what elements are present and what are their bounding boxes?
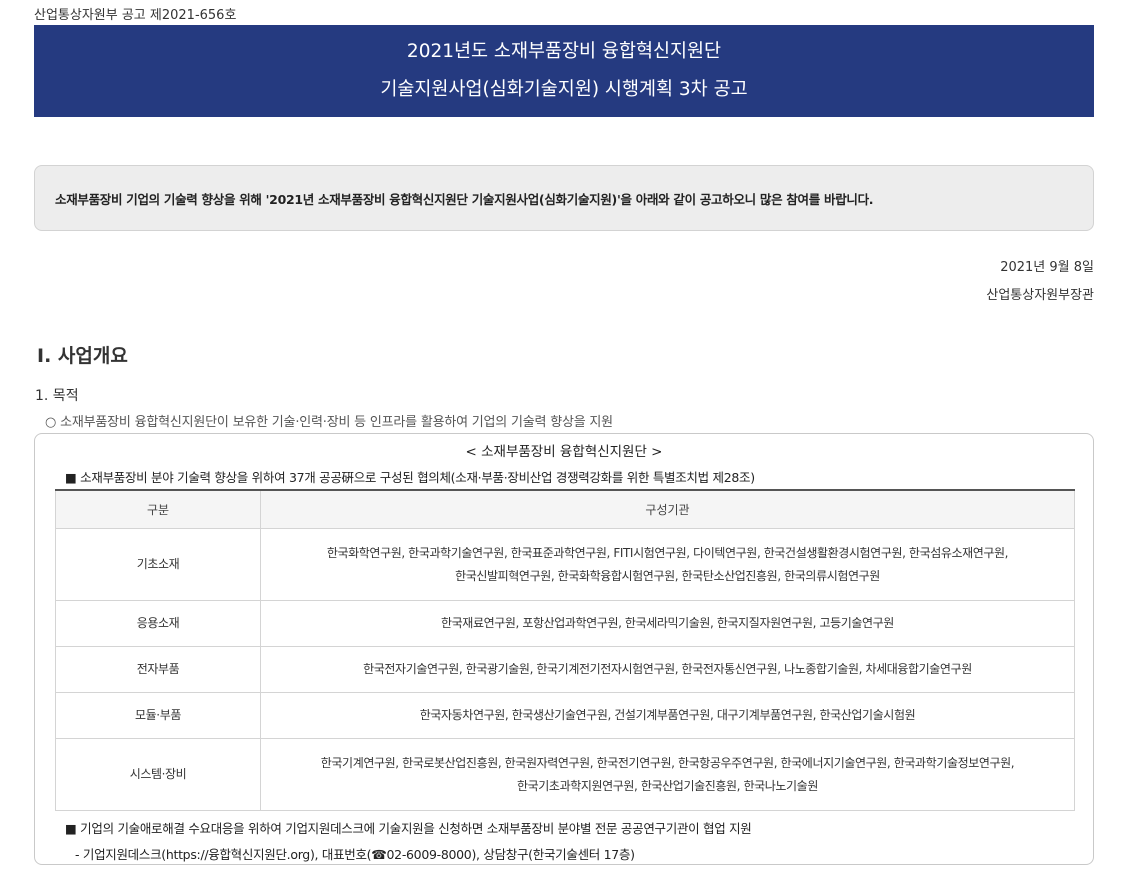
row-members-line: 한국기계연구원, 한국로봇산업진흥원, 한국원자력연구원, 한국전기연구원, 한… xyxy=(320,755,1015,770)
intro-text: 소재부품장비 기업의 기술력 향상을 위해 '2021년 소재부품장비 융합혁신… xyxy=(55,191,874,207)
panel-note: ■ 소재부품장비 분야 기술력 향상을 위하여 37개 공공硏으로 구성된 협의… xyxy=(65,470,755,485)
row-members-line: 한국기초과학지원연구원, 한국산업기술진흥원, 한국나노기술원 xyxy=(517,778,818,793)
member-organizations-table: 구분 구성기관 기초소재 한국화학연구원, 한국과학기술연구원, 한국표준과학연… xyxy=(55,489,1075,811)
table-row: 시스템·장비 한국기계연구원, 한국로봇산업진흥원, 한국원자력연구원, 한국전… xyxy=(55,738,1075,811)
announcement-date: 2021년 9월 8일 xyxy=(1000,260,1094,275)
support-group-panel: < 소재부품장비 융합혁신지원단 > ■ 소재부품장비 분야 기술력 향상을 위… xyxy=(34,433,1094,865)
support-desk-contact: - 기업지원데스크(https://융합혁신지원단.org), 대표번호(☎02… xyxy=(75,847,635,862)
table-header-row: 구분 구성기관 xyxy=(55,489,1075,529)
row-members-line: 한국신발피혁연구원, 한국화학융합시험연구원, 한국탄소산업진흥원, 한국의류시… xyxy=(455,568,880,583)
row-members: 한국화학연구원, 한국과학기술연구원, 한국표준과학연구원, FITI시험연구원… xyxy=(260,528,1075,601)
table-row: 전자부품 한국전자기술연구원, 한국광기술원, 한국기계전기전자시험연구원, 한… xyxy=(55,646,1075,693)
row-category: 전자부품 xyxy=(55,646,261,693)
row-category: 기초소재 xyxy=(55,528,261,601)
section-subtitle: 1. 목적 xyxy=(35,388,79,404)
section-title: Ⅰ. 사업개요 xyxy=(37,345,128,367)
support-desk-note: ■ 기업의 기술애로해결 수요대응을 위하여 기업지원데스크에 기술지원을 신청… xyxy=(65,821,752,836)
row-category: 응용소재 xyxy=(55,600,261,647)
panel-title: < 소재부품장비 융합혁신지원단 > xyxy=(465,444,663,460)
header-members: 구성기관 xyxy=(260,489,1075,529)
row-category: 시스템·장비 xyxy=(55,738,261,811)
table-row: 모듈·부품 한국자동차연구원, 한국생산기술연구원, 건설기계부품연구원, 대구… xyxy=(55,692,1075,739)
row-members: 한국자동차연구원, 한국생산기술연구원, 건설기계부품연구원, 대구기계부품연구… xyxy=(260,692,1075,739)
header-category: 구분 xyxy=(55,489,261,529)
issuer-name: 산업통상자원부장관 xyxy=(986,288,1094,303)
row-members: 한국기계연구원, 한국로봇산업진흥원, 한국원자력연구원, 한국전기연구원, 한… xyxy=(260,738,1075,811)
table-row: 응용소재 한국재료연구원, 포항산업과학연구원, 한국세라믹기술원, 한국지질자… xyxy=(55,600,1075,647)
row-members-line: 한국재료연구원, 포항산업과학연구원, 한국세라믹기술원, 한국지질자원연구원,… xyxy=(441,616,894,630)
banner-title-line1: 2021년도 소재부품장비 융합혁신지원단 xyxy=(406,41,722,62)
purpose-text: ○ 소재부품장비 융합혁신지원단이 보유한 기술·인력·장비 등 인프라를 활용… xyxy=(45,415,613,430)
row-members-line: 한국전자기술연구원, 한국광기술원, 한국기계전기전자시험연구원, 한국전자통신… xyxy=(363,662,972,676)
row-category: 모듈·부품 xyxy=(55,692,261,739)
row-members: 한국재료연구원, 포항산업과학연구원, 한국세라믹기술원, 한국지질자원연구원,… xyxy=(260,600,1075,647)
row-members-line: 한국화학연구원, 한국과학기술연구원, 한국표준과학연구원, FITI시험연구원… xyxy=(326,545,1009,560)
row-members-line: 한국자동차연구원, 한국생산기술연구원, 건설기계부품연구원, 대구기계부품연구… xyxy=(419,708,916,722)
notice-number: 산업통상자원부 공고 제2021-656호 xyxy=(34,8,237,23)
intro-box: 소재부품장비 기업의 기술력 향상을 위해 '2021년 소재부품장비 융합혁신… xyxy=(34,165,1094,231)
banner-title-line2: 기술지원사업(심화기술지원) 시행계획 3차 공고 xyxy=(380,79,748,100)
table-row: 기초소재 한국화학연구원, 한국과학기술연구원, 한국표준과학연구원, FITI… xyxy=(55,528,1075,601)
title-banner: 2021년도 소재부품장비 융합혁신지원단 기술지원사업(심화기술지원) 시행계… xyxy=(34,25,1094,117)
row-members: 한국전자기술연구원, 한국광기술원, 한국기계전기전자시험연구원, 한국전자통신… xyxy=(260,646,1075,693)
